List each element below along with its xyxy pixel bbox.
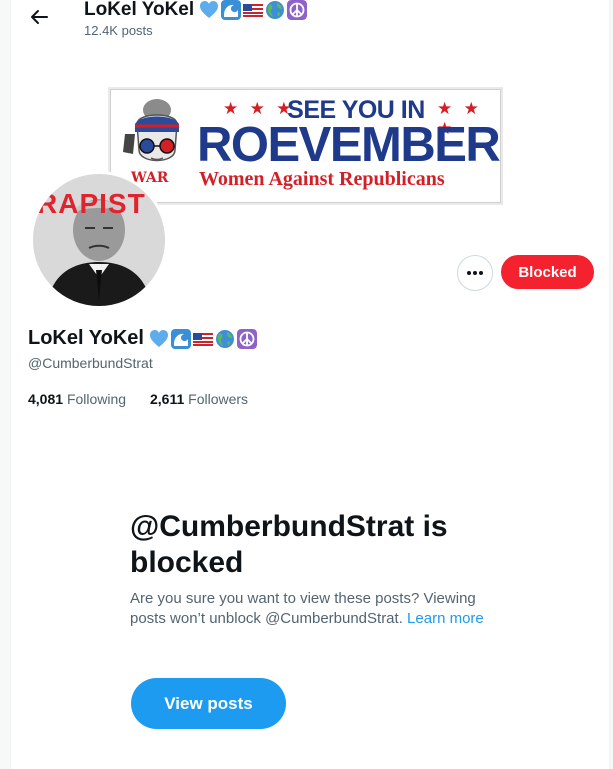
blue-heart-icon xyxy=(200,1,219,18)
header-post-count: 12.4K posts xyxy=(84,23,153,38)
avatar[interactable]: RAPIST xyxy=(30,171,168,309)
peace-icon xyxy=(287,0,308,20)
scrollbar[interactable] xyxy=(609,0,613,769)
following-label: Following xyxy=(66,391,127,407)
profile-emoji-row xyxy=(149,328,257,349)
learn-more-link[interactable]: Learn more xyxy=(407,610,484,627)
followers-label: Followers xyxy=(188,391,249,407)
header-emoji-row xyxy=(199,0,308,20)
banner-line3: Women Against Republicans xyxy=(199,168,445,190)
following-link[interactable]: 4,081 Following xyxy=(28,391,126,407)
profile-banner[interactable]: ★ ★ ★ SEE YOU IN ★ ★ ★ ROEVEMBER WAR Wom… xyxy=(110,89,501,203)
more-options-button[interactable] xyxy=(457,255,493,291)
us-flag-icon xyxy=(192,332,213,346)
avatar-image: RAPIST xyxy=(33,174,165,306)
blue-heart-icon xyxy=(149,329,168,347)
avatar-overlay-text: RAPIST xyxy=(37,188,146,219)
profile-handle: @CumberbundStrat xyxy=(28,355,153,371)
blocked-description: Are you sure you want to view these post… xyxy=(130,589,500,629)
left-edge xyxy=(0,0,11,769)
more-horizontal-icon xyxy=(467,271,483,275)
arrow-left-icon xyxy=(31,10,48,24)
peace-icon xyxy=(236,328,257,349)
view-posts-button[interactable]: View posts xyxy=(131,678,286,729)
profile-name-row: LoKel YoKel xyxy=(28,327,257,350)
header-name: LoKel YoKel xyxy=(84,0,195,20)
following-count: 4,081 xyxy=(28,391,64,407)
blocked-button[interactable]: Blocked xyxy=(501,255,594,289)
wave-icon xyxy=(221,0,242,20)
banner-line2: ROEVEMBER xyxy=(197,118,501,172)
back-button[interactable] xyxy=(26,4,52,30)
blocked-title: @CumberbundStrat is blocked xyxy=(130,510,448,579)
wave-icon xyxy=(170,328,191,349)
globe-icon xyxy=(266,1,285,19)
us-flag-icon xyxy=(243,4,264,17)
followers-link[interactable]: 2,611 Followers xyxy=(150,391,248,407)
followers-count: 2,611 xyxy=(150,391,185,407)
globe-icon xyxy=(215,329,234,348)
mascot-face-icon xyxy=(123,99,179,162)
profile-name: LoKel YoKel xyxy=(28,327,144,349)
header-title: LoKel YoKel xyxy=(84,0,308,22)
